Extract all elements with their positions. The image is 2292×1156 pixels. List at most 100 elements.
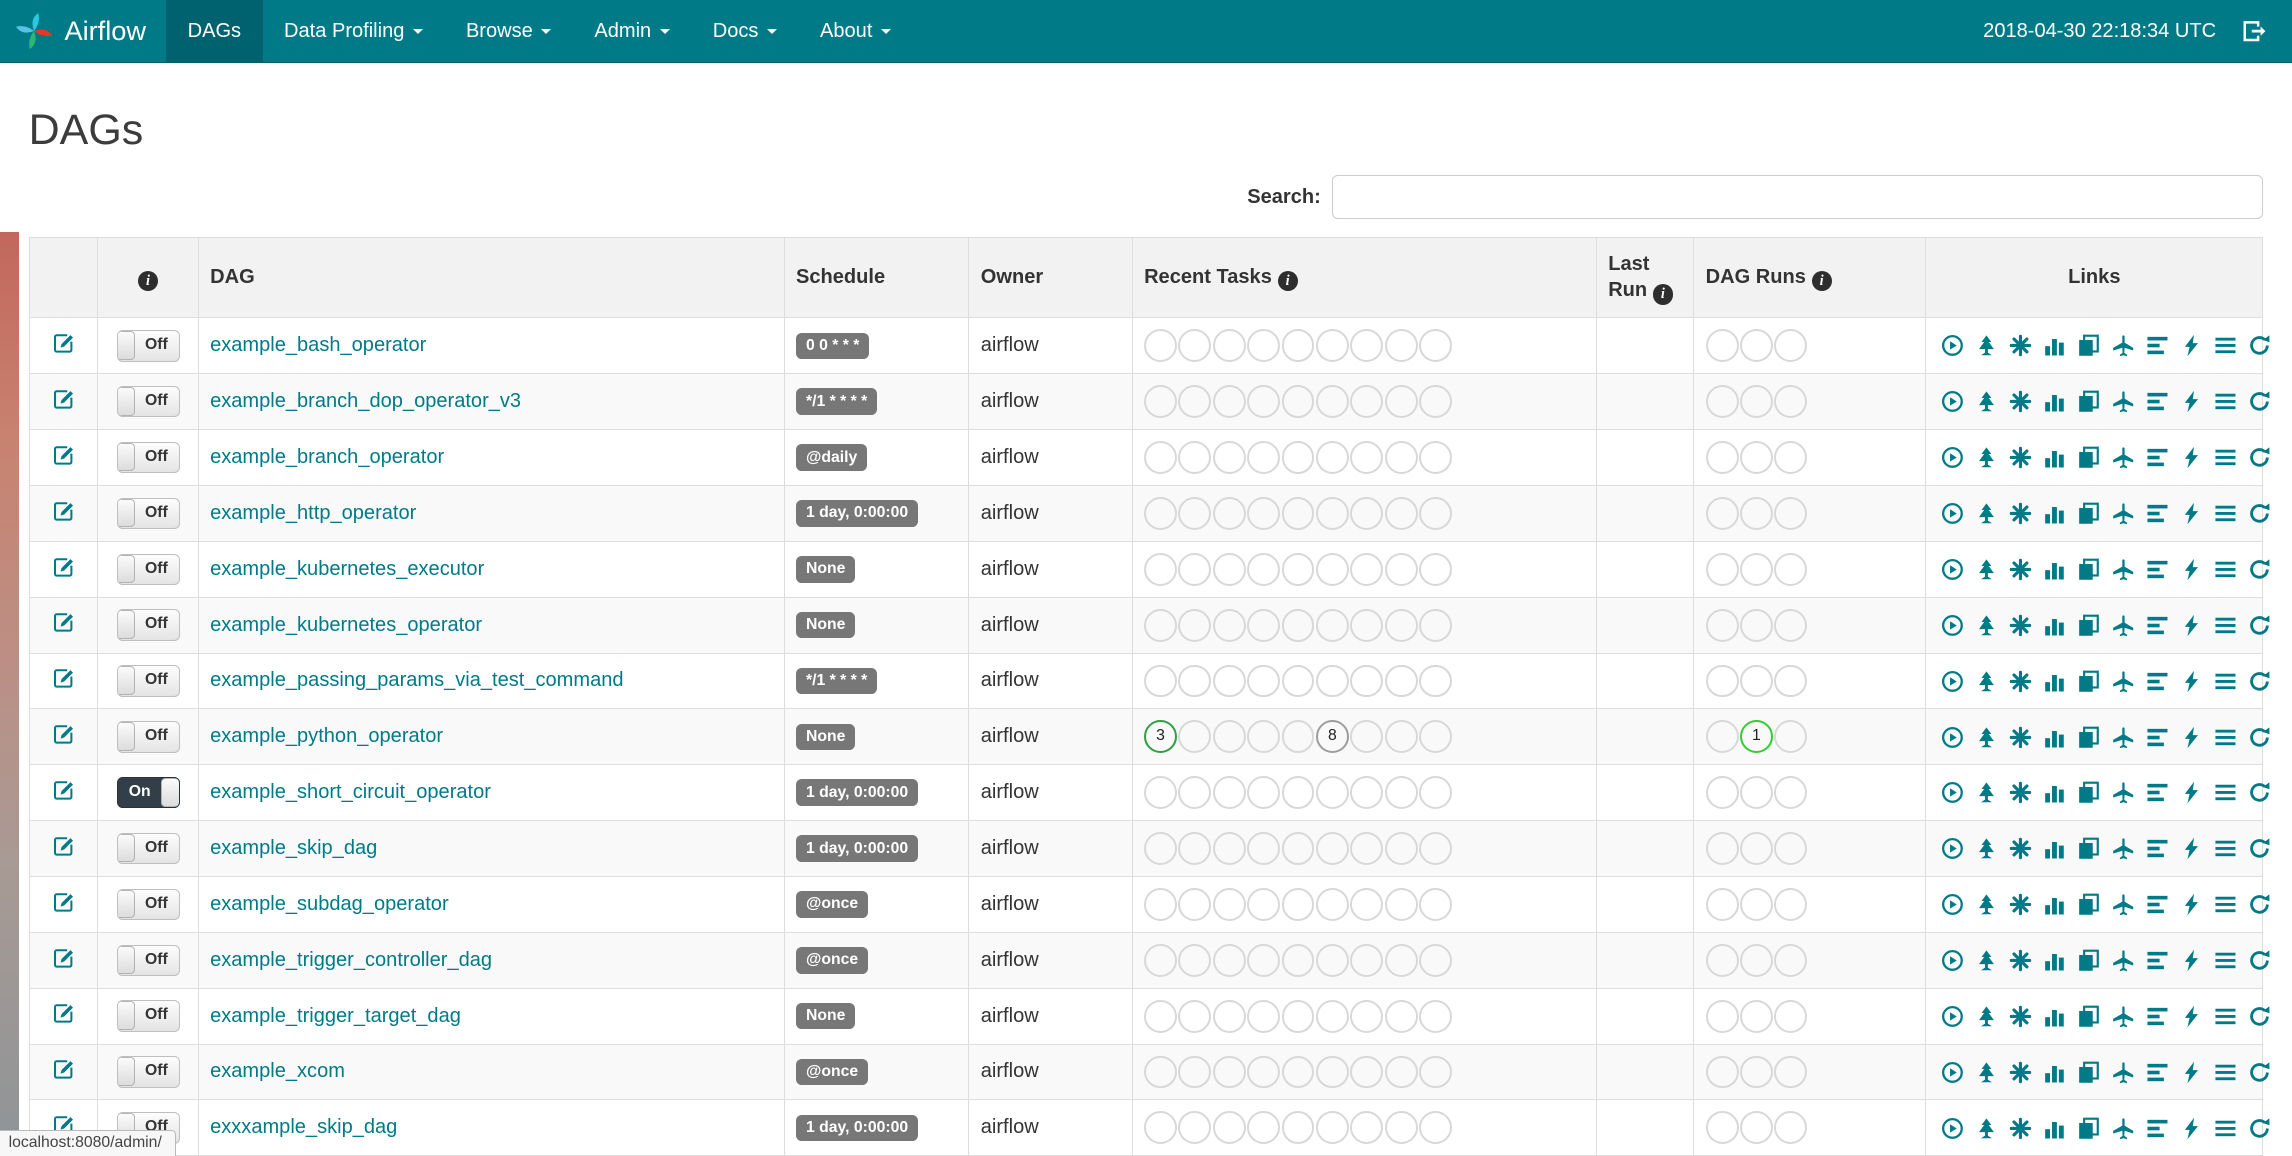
task-tries-icon[interactable] bbox=[2077, 726, 2100, 749]
tree-view-icon[interactable] bbox=[1975, 893, 1998, 916]
task-duration-icon[interactable] bbox=[2043, 726, 2066, 749]
landing-times-icon[interactable] bbox=[2112, 1005, 2135, 1028]
task-tries-icon[interactable] bbox=[2077, 390, 2100, 413]
gantt-view-icon[interactable] bbox=[2146, 670, 2169, 693]
refresh-icon[interactable] bbox=[2248, 781, 2271, 804]
trigger-dag-icon[interactable] bbox=[1941, 1061, 1964, 1084]
navbar-brand[interactable]: Airflow bbox=[0, 0, 166, 62]
dag-link[interactable]: example_branch_dop_operator_v3 bbox=[210, 390, 521, 412]
landing-times-icon[interactable] bbox=[2112, 893, 2135, 916]
refresh-icon[interactable] bbox=[2248, 1061, 2271, 1084]
pause-toggle[interactable]: Off bbox=[116, 553, 180, 585]
graph-view-icon[interactable] bbox=[2009, 502, 2032, 525]
nav-item-admin[interactable]: Admin bbox=[573, 0, 691, 62]
graph-view-icon[interactable] bbox=[2009, 726, 2032, 749]
task-duration-icon[interactable] bbox=[2043, 390, 2066, 413]
task-duration-icon[interactable] bbox=[2043, 949, 2066, 972]
code-view-icon[interactable] bbox=[2180, 893, 2203, 916]
task-tries-icon[interactable] bbox=[2077, 334, 2100, 357]
task-tries-icon[interactable] bbox=[2077, 1061, 2100, 1084]
graph-view-icon[interactable] bbox=[2009, 390, 2032, 413]
log-icon[interactable] bbox=[2214, 558, 2237, 581]
task-duration-icon[interactable] bbox=[2043, 1005, 2066, 1028]
graph-view-icon[interactable] bbox=[2009, 837, 2032, 860]
trigger-dag-icon[interactable] bbox=[1941, 1005, 1964, 1028]
edit-dag-button[interactable] bbox=[53, 891, 74, 912]
trigger-dag-icon[interactable] bbox=[1941, 837, 1964, 860]
tree-view-icon[interactable] bbox=[1975, 1005, 1998, 1028]
refresh-icon[interactable] bbox=[2248, 837, 2271, 860]
task-duration-icon[interactable] bbox=[2043, 1061, 2066, 1084]
landing-times-icon[interactable] bbox=[2112, 558, 2135, 581]
code-view-icon[interactable] bbox=[2180, 670, 2203, 693]
dag-link[interactable]: example_http_operator bbox=[210, 502, 416, 524]
task-duration-icon[interactable] bbox=[2043, 446, 2066, 469]
gantt-view-icon[interactable] bbox=[2146, 334, 2169, 357]
header-owner[interactable]: Owner bbox=[968, 236, 1133, 319]
task-tries-icon[interactable] bbox=[2077, 949, 2100, 972]
landing-times-icon[interactable] bbox=[2112, 1061, 2135, 1084]
log-icon[interactable] bbox=[2214, 1005, 2237, 1028]
trigger-dag-icon[interactable] bbox=[1941, 726, 1964, 749]
dag-link[interactable]: example_passing_params_via_test_command bbox=[210, 669, 623, 691]
edit-dag-button[interactable] bbox=[53, 332, 74, 353]
task-state-circle[interactable]: 3 bbox=[1144, 720, 1178, 754]
code-view-icon[interactable] bbox=[2180, 949, 2203, 972]
task-duration-icon[interactable] bbox=[2043, 781, 2066, 804]
pause-toggle[interactable]: On bbox=[116, 776, 180, 809]
graph-view-icon[interactable] bbox=[2009, 1117, 2032, 1140]
tree-view-icon[interactable] bbox=[1975, 390, 1998, 413]
task-state-circle[interactable]: 8 bbox=[1315, 720, 1349, 754]
trigger-dag-icon[interactable] bbox=[1941, 893, 1964, 916]
trigger-dag-icon[interactable] bbox=[1941, 334, 1964, 357]
nav-item-data-profiling[interactable]: Data Profiling bbox=[263, 0, 445, 62]
gantt-view-icon[interactable] bbox=[2146, 1061, 2169, 1084]
task-tries-icon[interactable] bbox=[2077, 781, 2100, 804]
gantt-view-icon[interactable] bbox=[2146, 949, 2169, 972]
graph-view-icon[interactable] bbox=[2009, 893, 2032, 916]
landing-times-icon[interactable] bbox=[2112, 334, 2135, 357]
landing-times-icon[interactable] bbox=[2112, 726, 2135, 749]
gantt-view-icon[interactable] bbox=[2146, 558, 2169, 581]
code-view-icon[interactable] bbox=[2180, 1061, 2203, 1084]
task-tries-icon[interactable] bbox=[2077, 614, 2100, 637]
log-icon[interactable] bbox=[2214, 502, 2237, 525]
refresh-icon[interactable] bbox=[2248, 334, 2271, 357]
dag-link[interactable]: example_skip_dag bbox=[210, 837, 377, 859]
tree-view-icon[interactable] bbox=[1975, 1117, 1998, 1140]
edit-dag-button[interactable] bbox=[53, 556, 74, 577]
log-icon[interactable] bbox=[2214, 1061, 2237, 1084]
pause-toggle[interactable]: Off bbox=[116, 1000, 180, 1032]
pause-toggle[interactable]: Off bbox=[116, 721, 180, 753]
pause-toggle[interactable]: Off bbox=[116, 944, 180, 977]
landing-times-icon[interactable] bbox=[2112, 837, 2135, 860]
dag-link[interactable]: example_bash_operator bbox=[210, 334, 426, 356]
task-duration-icon[interactable] bbox=[2043, 614, 2066, 637]
pause-toggle[interactable]: Off bbox=[116, 832, 180, 865]
header-dag[interactable]: DAG bbox=[197, 236, 785, 319]
dag-link[interactable]: example_branch_operator bbox=[210, 446, 444, 468]
code-view-icon[interactable] bbox=[2180, 502, 2203, 525]
code-view-icon[interactable] bbox=[2180, 781, 2203, 804]
edit-dag-button[interactable] bbox=[53, 835, 74, 856]
refresh-icon[interactable] bbox=[2248, 1117, 2271, 1140]
tree-view-icon[interactable] bbox=[1975, 334, 1998, 357]
nav-item-dags[interactable]: DAGs bbox=[166, 0, 263, 63]
nav-item-browse[interactable]: Browse bbox=[444, 0, 572, 62]
landing-times-icon[interactable] bbox=[2112, 502, 2135, 525]
dag-link[interactable]: example_xcom bbox=[210, 1060, 345, 1082]
log-icon[interactable] bbox=[2214, 614, 2237, 637]
edit-dag-button[interactable] bbox=[53, 779, 74, 800]
gantt-view-icon[interactable] bbox=[2146, 781, 2169, 804]
dag-link[interactable]: example_subdag_operator bbox=[210, 893, 449, 915]
gantt-view-icon[interactable] bbox=[2146, 893, 2169, 916]
pause-toggle[interactable]: Off bbox=[116, 385, 180, 418]
edit-dag-button[interactable] bbox=[53, 723, 74, 744]
log-icon[interactable] bbox=[2214, 446, 2237, 469]
pause-toggle[interactable]: Off bbox=[116, 497, 180, 530]
dag-link[interactable]: example_kubernetes_executor bbox=[210, 558, 484, 580]
task-duration-icon[interactable] bbox=[2043, 1117, 2066, 1140]
refresh-icon[interactable] bbox=[2248, 670, 2271, 693]
landing-times-icon[interactable] bbox=[2112, 1117, 2135, 1140]
graph-view-icon[interactable] bbox=[2009, 614, 2032, 637]
